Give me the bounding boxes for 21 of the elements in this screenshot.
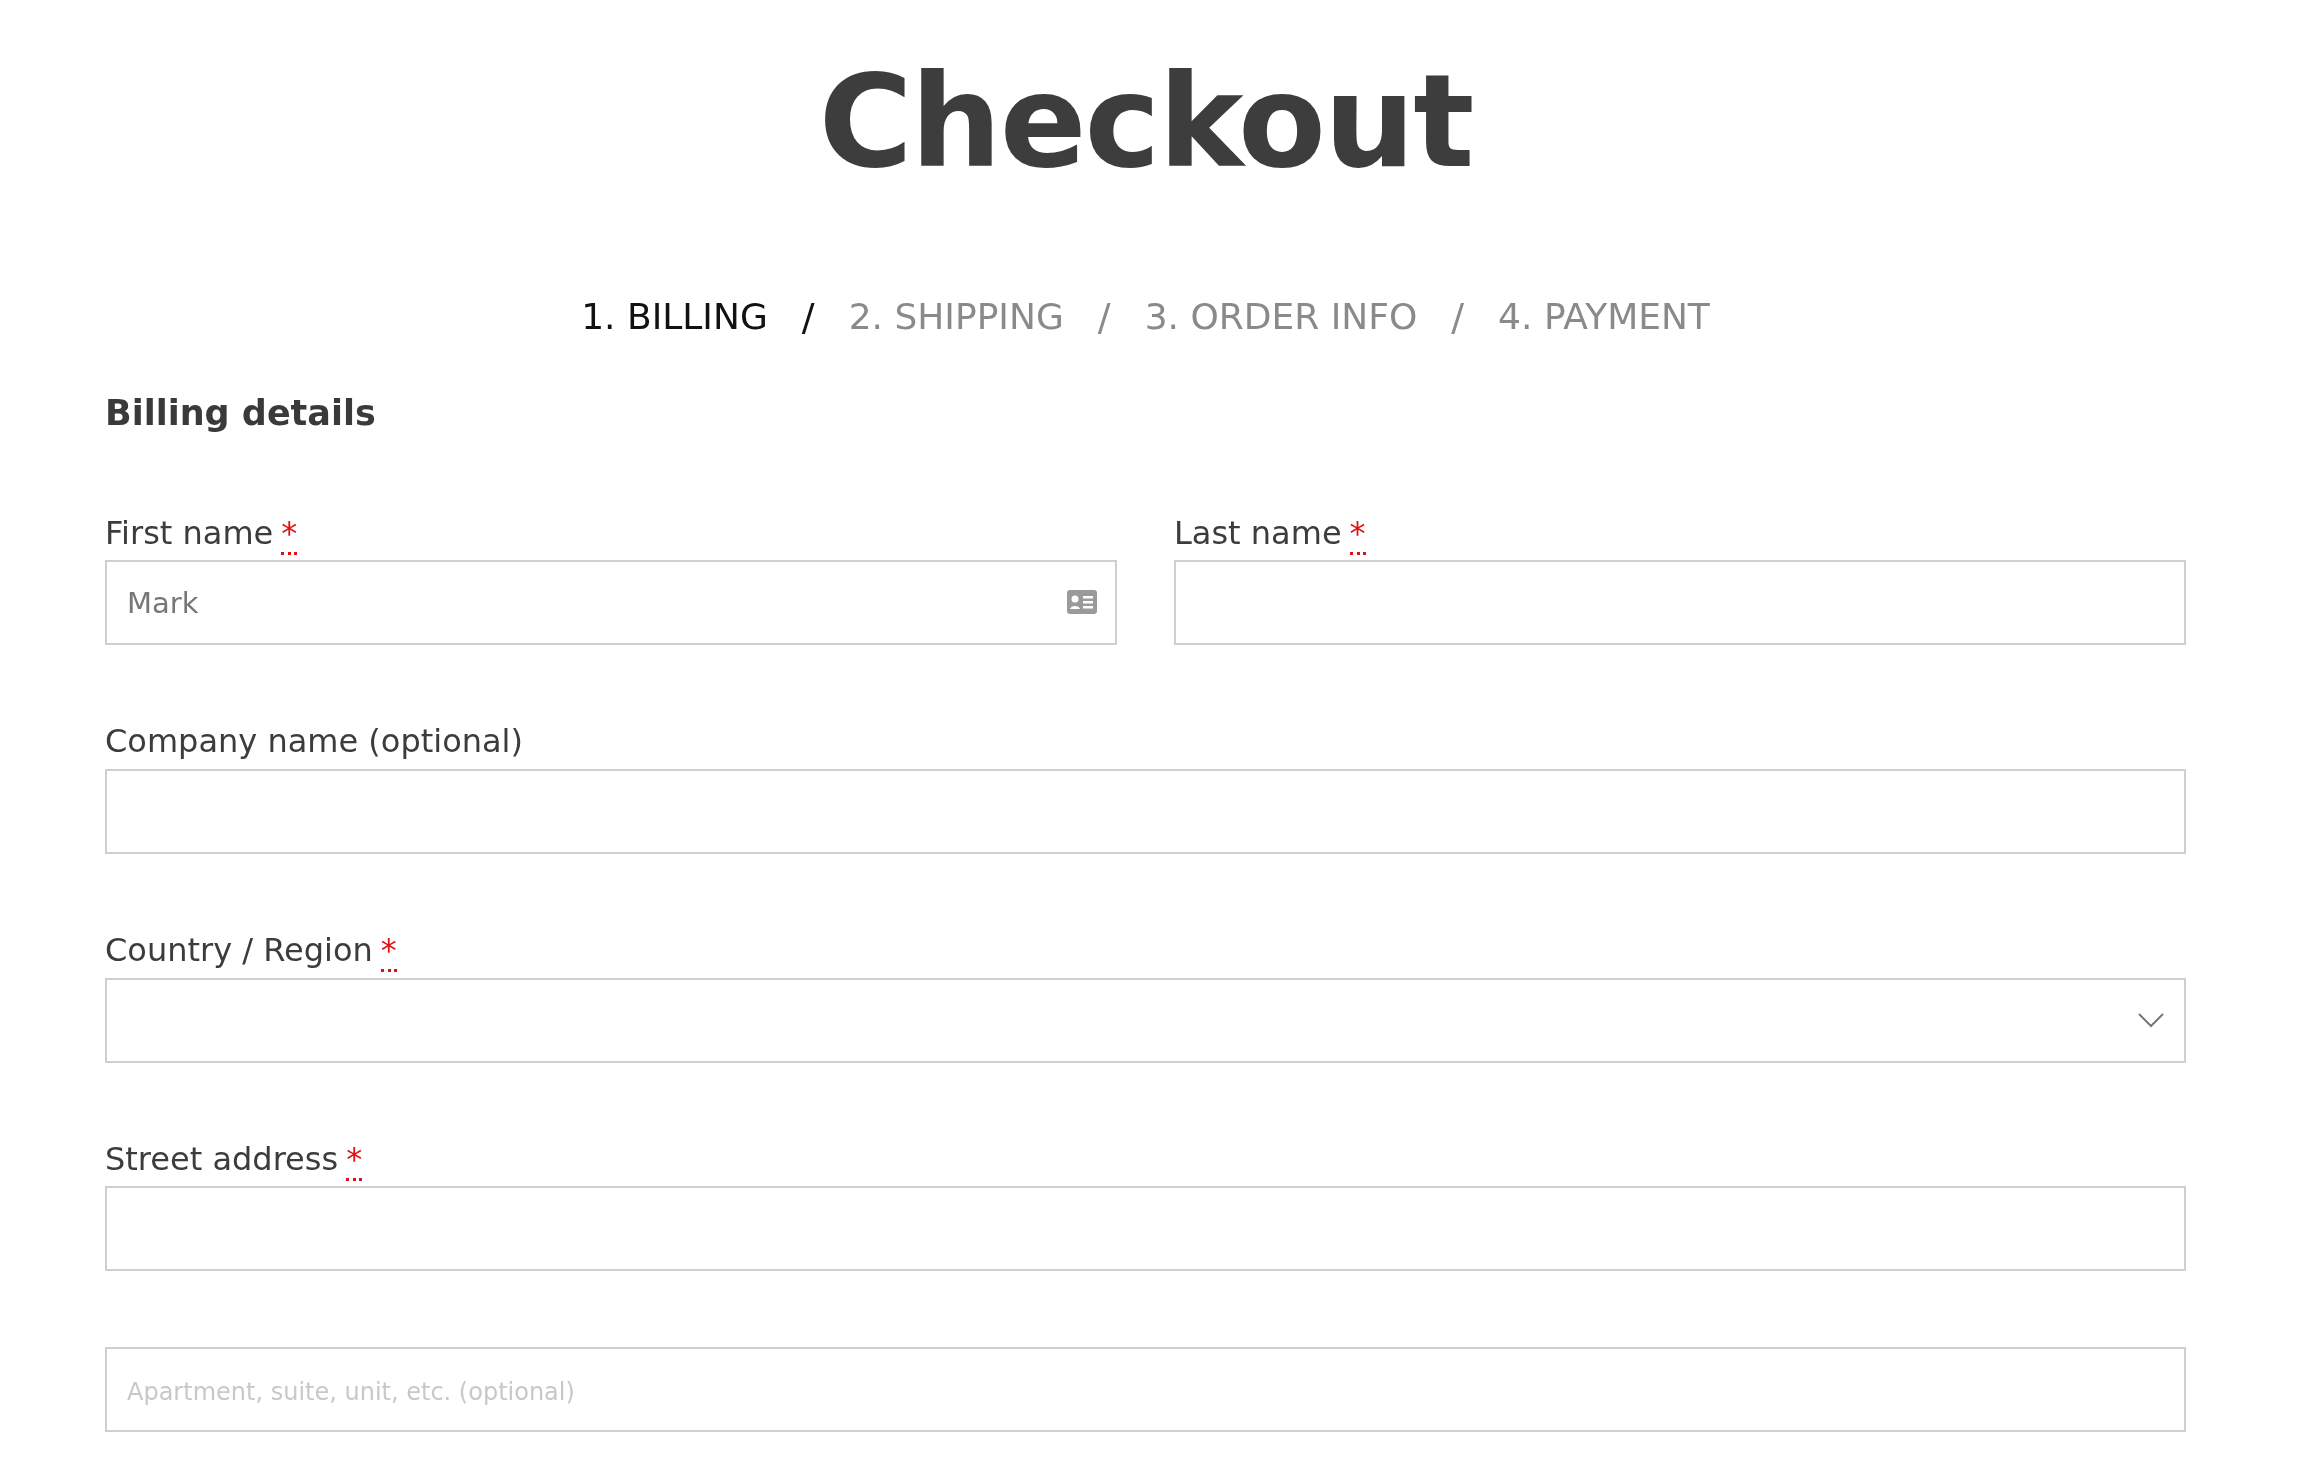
section-title: Billing details xyxy=(105,392,377,433)
input-field[interactable] xyxy=(1174,560,2186,646)
field-label: Country / Region * xyxy=(105,930,2186,972)
input-field[interactable] xyxy=(105,769,2186,854)
step-separator: / xyxy=(1451,294,1465,339)
input-field[interactable]: Mark xyxy=(105,560,1117,646)
field-label: First name * xyxy=(105,512,1117,555)
contact-card-icon[interactable] xyxy=(1067,590,1097,615)
select-field[interactable] xyxy=(105,977,2186,1063)
checkout-step[interactable]: 2. SHIPPING xyxy=(848,296,1064,338)
input-field[interactable] xyxy=(105,1186,2186,1272)
field-label: Last name * xyxy=(1174,512,2186,555)
step-separator: / xyxy=(1097,294,1111,339)
page-title: Checkout xyxy=(817,52,1474,193)
checkout-step[interactable]: 4. PAYMENT xyxy=(1498,296,1710,338)
checkout-step[interactable]: 3. ORDER INFO xyxy=(1144,296,1418,338)
field-label: Street address * xyxy=(105,1138,2186,1181)
checkout-step[interactable]: 1. BILLING xyxy=(581,296,768,338)
step-separator: / xyxy=(801,294,815,339)
field-label: Company name (optional) xyxy=(105,721,524,763)
chevron-down-icon xyxy=(2138,1012,2164,1029)
